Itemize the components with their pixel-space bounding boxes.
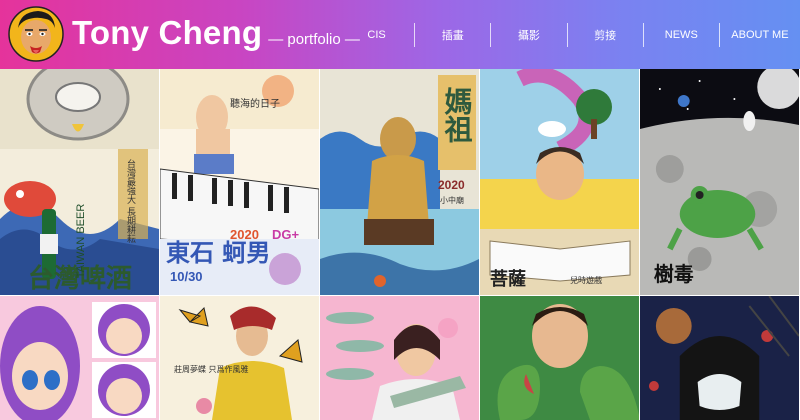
nav-label: 攝影: [517, 29, 540, 42]
artwork-caption: TAIWAN BEER: [75, 204, 87, 279]
portfolio-tile-moon-frog[interactable]: 樹毒: [640, 69, 799, 295]
nav-label: CIS: [367, 28, 386, 41]
artwork-text: 台灣最強大 長期耕耘: [125, 158, 136, 244]
nav-label: NEWS: [664, 28, 698, 41]
portfolio-tile-butterfly-dream[interactable]: 莊周夢蝶 只爲作風雅: [160, 296, 319, 420]
portfolio-tile-fish-girl[interactable]: [320, 296, 479, 420]
artwork-image: 菩薩 兒時遊戲: [480, 69, 639, 295]
artwork-image: 莊周夢蝶 只爲作風雅: [160, 296, 319, 420]
nav-label: 插畫: [441, 29, 464, 42]
nav-item-about-me[interactable]: ABOUT ME: [720, 0, 800, 69]
portfolio-grid: 台灣啤酒 TAIWAN BEER 台灣最強大 長期耕耘 聽海的日子 東石 蚵男 …: [0, 69, 800, 420]
artwork-image: 樹毒: [640, 69, 799, 295]
portfolio-tile-snake-man[interactable]: [480, 296, 639, 420]
artwork-text: 聽海的日子: [230, 97, 280, 110]
artwork-image: [320, 296, 479, 420]
artwork-image: 媽祖 2020 小中廟: [320, 69, 479, 295]
artwork-image: [640, 296, 799, 420]
nav-item-photography[interactable]: 攝影: [491, 0, 566, 69]
portfolio-tile-bodhisattva[interactable]: 菩薩 兒時遊戲: [480, 69, 639, 295]
brand[interactable]: Tony Cheng — portfolio —: [72, 14, 360, 52]
artwork-image: [0, 296, 159, 420]
brand-name[interactable]: Tony Cheng: [72, 14, 262, 52]
main-nav: CIS 插畫 攝影 剪接 NEWS ABOUT ME: [339, 0, 800, 69]
artwork-title: 媽祖: [441, 87, 474, 143]
avatar-logo[interactable]: [8, 6, 64, 62]
artwork-title: 菩薩: [490, 268, 526, 290]
portfolio-tile-taiwan-beer[interactable]: 台灣啤酒 TAIWAN BEER 台灣最強大 長期耕耘: [0, 69, 159, 295]
portfolio-tile-anime-girls[interactable]: [0, 296, 159, 420]
artwork-image: 聽海的日子 東石 蚵男 2020 DG+ 10/30: [160, 69, 319, 295]
nav-item-news[interactable]: NEWS: [644, 0, 719, 69]
portfolio-tile-mazu[interactable]: 媽祖 2020 小中廟: [320, 69, 479, 295]
artwork-title: 樹毒: [654, 262, 694, 286]
artwork-image: 台灣啤酒 TAIWAN BEER 台灣最強大 長期耕耘: [0, 69, 159, 295]
artwork-text: 小中廟: [440, 195, 464, 205]
portfolio-tile-masked-hero[interactable]: [640, 296, 799, 420]
artwork-year: 2020: [230, 227, 259, 242]
nav-label: 剪接: [594, 29, 617, 42]
artwork-text: 莊周夢蝶 只爲作風雅: [174, 364, 249, 374]
portfolio-tile-oyster-man[interactable]: 聽海的日子 東石 蚵男 2020 DG+ 10/30: [160, 69, 319, 295]
nav-item-illustration[interactable]: 插畫: [415, 0, 490, 69]
nav-item-editing[interactable]: 剪接: [568, 0, 643, 69]
nav-item-cis[interactable]: CIS: [339, 0, 414, 69]
site-header: Tony Cheng — portfolio — CIS 插畫 攝影 剪接 NE…: [0, 0, 800, 69]
artwork-image: [480, 296, 639, 420]
artwork-year: 2020: [438, 178, 465, 192]
nav-label: ABOUT ME: [731, 28, 789, 41]
artwork-date: 10/30: [170, 269, 203, 284]
artwork-text: 兒時遊戲: [570, 275, 602, 285]
artwork-title: 東石 蚵男: [166, 239, 270, 267]
artwork-tag: DG+: [272, 227, 300, 242]
